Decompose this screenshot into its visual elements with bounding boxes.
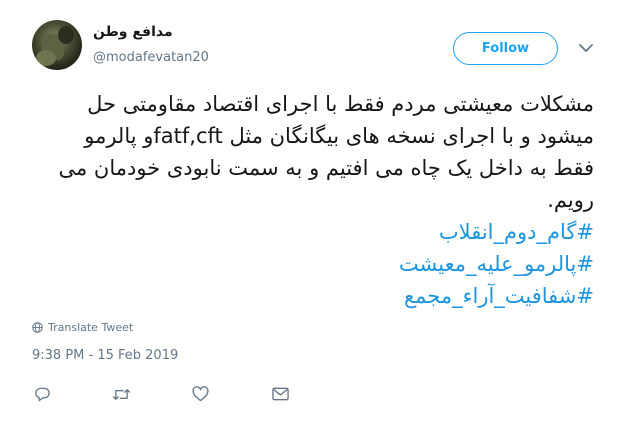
avatar-image-part (36, 50, 56, 66)
tweet-text-line: فقط به داخل یک چاه می افتیم و به سمت ناب… (58, 156, 595, 180)
timestamp[interactable]: 9:38 PM - 15 Feb 2019 (32, 348, 178, 363)
reply-icon[interactable] (32, 384, 52, 404)
user-handle[interactable]: @modafevatan20 (93, 50, 209, 65)
follow-button[interactable]: Follow (453, 32, 558, 65)
chevron-down-icon[interactable] (578, 40, 594, 56)
translate-label: Translate Tweet (48, 321, 134, 334)
display-name[interactable]: مدافع وطن (93, 24, 173, 40)
hashtag-link[interactable]: #گام_دوم_انقلاب (34, 216, 594, 248)
avatar-image-part (58, 26, 74, 44)
hashtag-link[interactable]: #پالرمو_علیه_معیشت (34, 248, 594, 280)
retweet-icon[interactable] (111, 384, 131, 404)
globe-icon (32, 322, 43, 333)
tweet-text: مشکلات معیشتی مردم فقط با اجرای اقتصاد م… (34, 88, 595, 312)
like-icon[interactable] (190, 384, 210, 404)
tweet-text-line: مشکلات معیشتی مردم فقط با اجرای اقتصاد م… (87, 92, 594, 116)
tweet-text-line: میشود و با اجرای نسخه های بیگانگان مثل f… (84, 124, 594, 148)
translate-tweet-link[interactable]: Translate Tweet (32, 321, 133, 334)
message-icon[interactable] (270, 384, 290, 404)
hashtag-link[interactable]: #شفافیت_آراء_مجمع (34, 280, 594, 312)
tweet-text-line: رویم. (547, 188, 594, 212)
avatar[interactable] (32, 20, 82, 70)
